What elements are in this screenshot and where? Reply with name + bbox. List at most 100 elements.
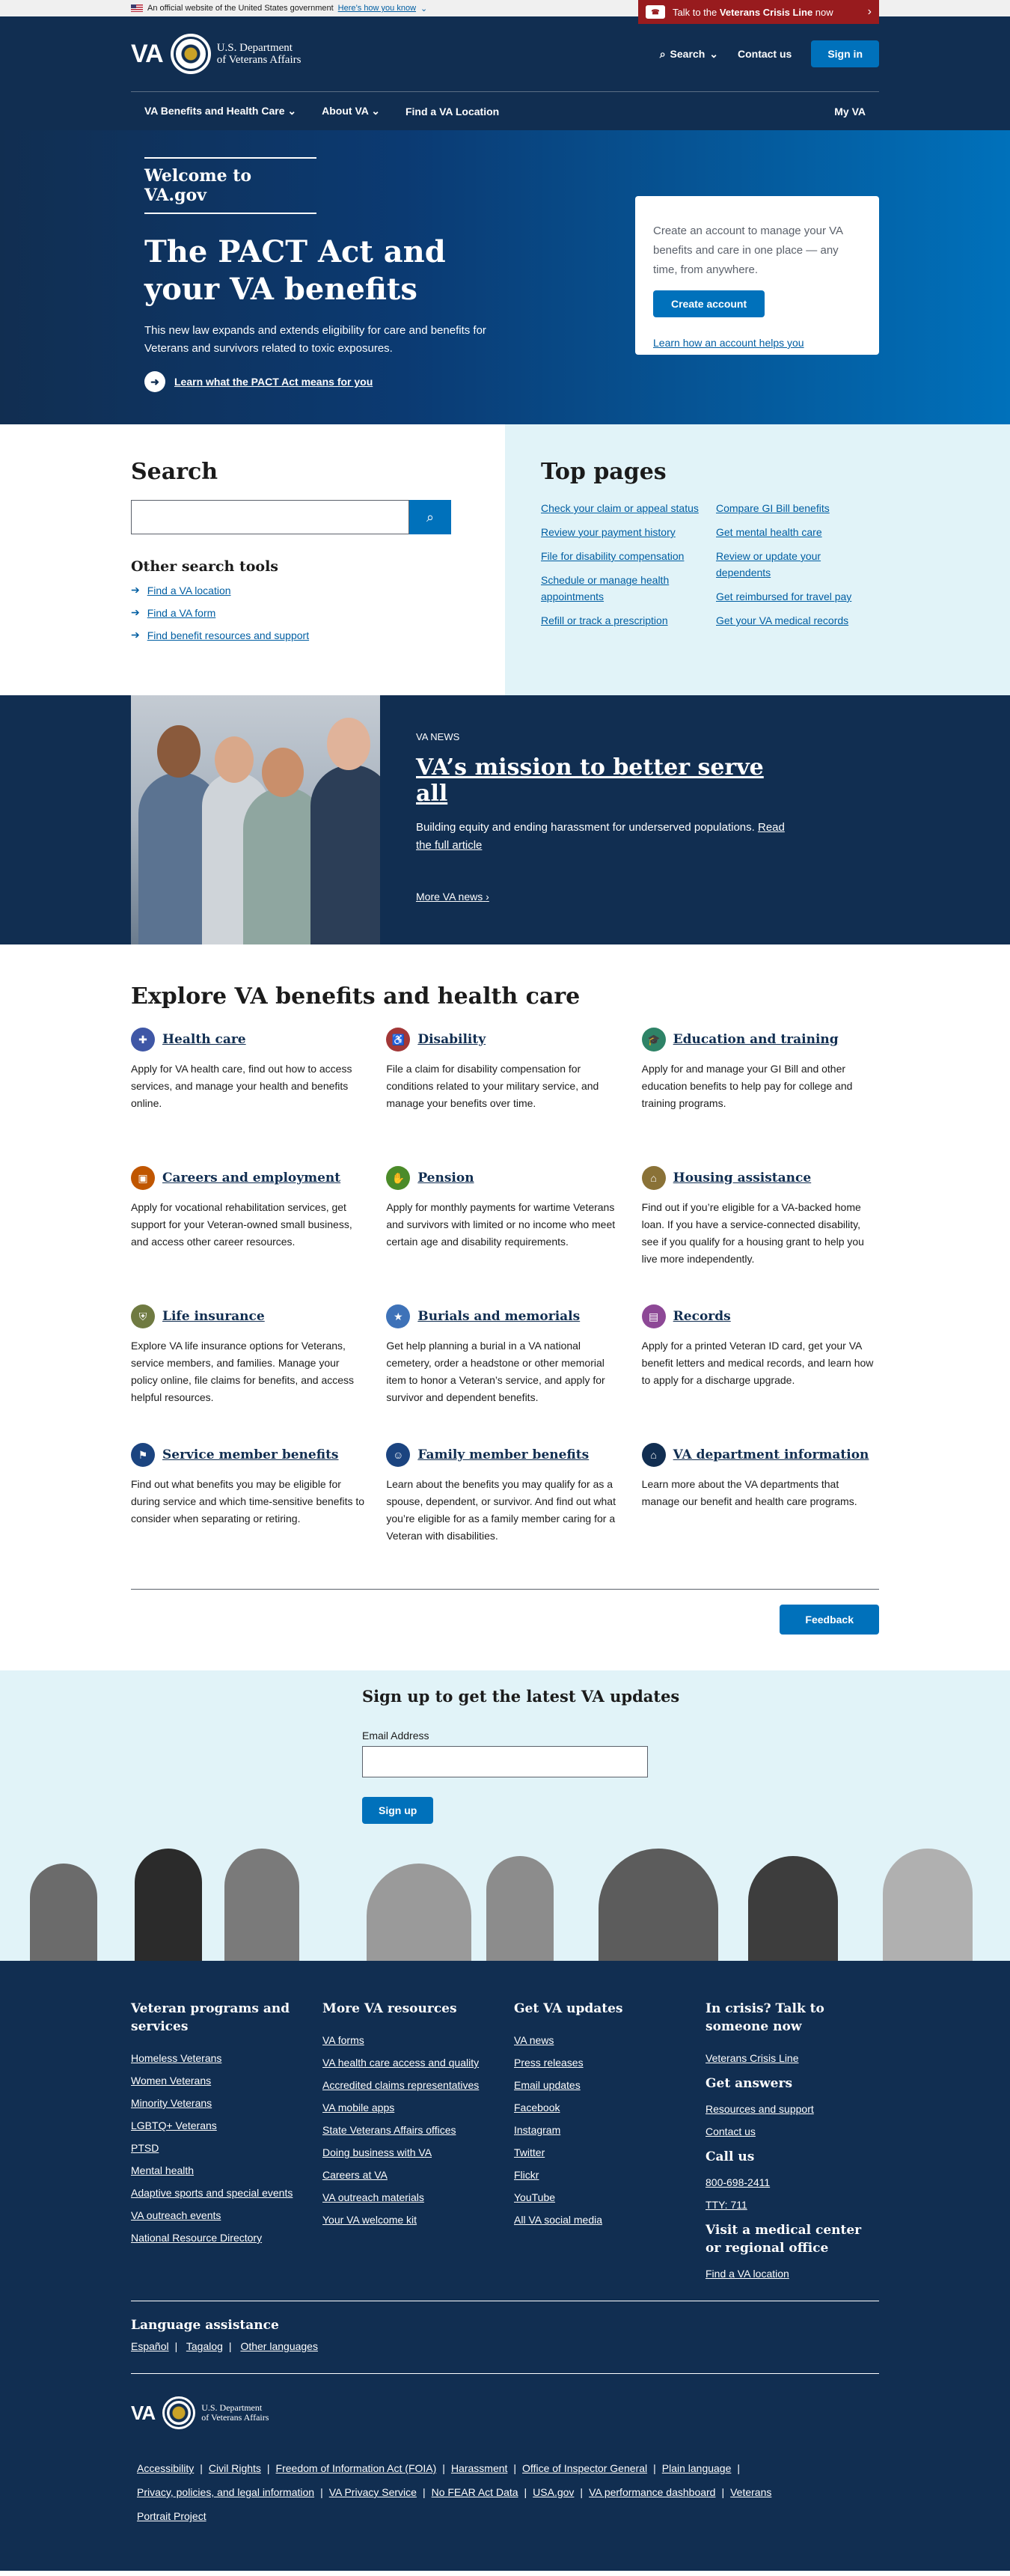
header-search-button[interactable]: ⌕ Search ⌄ [660, 48, 718, 61]
email-field[interactable] [362, 1746, 648, 1777]
legal-link[interactable]: VA performance dashboard [589, 2486, 715, 2498]
search-input[interactable] [131, 500, 409, 534]
va-logo-text: VA [131, 39, 164, 68]
footer-link[interactable]: Facebook [514, 2102, 688, 2113]
account-helps-link[interactable]: Learn how an account helps you [653, 337, 861, 349]
benefit-title-link[interactable]: Pension [417, 1171, 474, 1185]
footer-link[interactable]: National Resource Directory [131, 2232, 304, 2244]
footer-link[interactable]: VA forms [322, 2034, 496, 2046]
benefit-title-link[interactable]: VA department information [673, 1447, 869, 1462]
pact-act-learn-link[interactable]: ➜ Learn what the PACT Act means for you [144, 371, 496, 392]
footer-link[interactable]: Homeless Veterans [131, 2052, 304, 2064]
news-description: Building equity and ending harassment fo… [416, 821, 785, 852]
find-benefit-resources-link[interactable]: Find benefit resources and support [147, 629, 309, 641]
legal-link[interactable]: Harassment [451, 2462, 507, 2474]
footer-link[interactable]: Flickr [514, 2169, 688, 2181]
top-page-link[interactable]: Schedule or manage health appointments [541, 572, 700, 605]
sign-in-button[interactable]: Sign in [811, 40, 879, 67]
footer-va-logo[interactable]: VA U.S. Department of Veterans Affairs [131, 2396, 879, 2429]
top-page-link[interactable]: Review your payment history [541, 524, 700, 540]
legal-link[interactable]: USA.gov [533, 2486, 574, 2498]
footer-crisis-line-link[interactable]: Veterans Crisis Line [706, 2052, 879, 2064]
footer-link[interactable]: Your VA welcome kit [322, 2214, 496, 2226]
phone-link[interactable]: 800-698-2411 [706, 2176, 879, 2188]
footer-link[interactable]: Doing business with VA [322, 2146, 496, 2158]
benefit-title-link[interactable]: Housing assistance [673, 1171, 812, 1185]
footer-link[interactable]: VA outreach events [131, 2209, 304, 2221]
find-va-form-link[interactable]: Find a VA form [147, 607, 216, 619]
footer-link[interactable]: LGBTQ+ Veterans [131, 2119, 304, 2131]
top-page-link[interactable]: Get reimbursed for travel pay [716, 588, 875, 605]
footer-link[interactable]: VA mobile apps [322, 2102, 496, 2113]
news-headline-link[interactable]: VA’s mission to better serve all [416, 754, 799, 807]
footer-link[interactable]: Women Veterans [131, 2075, 304, 2087]
top-page-link[interactable]: Compare GI Bill benefits [716, 500, 875, 516]
sign-up-button[interactable]: Sign up [362, 1797, 434, 1824]
footer-link[interactable]: All VA social media [514, 2214, 688, 2226]
tty-link[interactable]: TTY: 711 [706, 2199, 879, 2211]
lang-espanol-link[interactable]: Español [131, 2340, 169, 2352]
benefit-title-link[interactable]: Disability [417, 1032, 486, 1047]
benefit-title-link[interactable]: Life insurance [162, 1309, 265, 1324]
benefit-title-link[interactable]: Careers and employment [162, 1171, 340, 1185]
benefit-grid: ✚ Health care Apply for VA health care, fi… [131, 1028, 879, 1581]
footer-link[interactable]: VA health care access and quality [322, 2057, 496, 2069]
footer-link[interactable]: Instagram [514, 2124, 688, 2136]
find-va-location-link[interactable]: Find a VA location [147, 585, 231, 596]
nav-benefits-health-care[interactable]: VA Benefits and Health Care ⌄ [144, 105, 296, 117]
top-page-link[interactable]: Check your claim or appeal status [541, 500, 700, 516]
footer-link[interactable]: Adaptive sports and special events [131, 2187, 304, 2199]
legal-link[interactable]: Accessibility [137, 2462, 194, 2474]
benefit-title-link[interactable]: Service member benefits [162, 1447, 339, 1462]
footer-link[interactable]: VA news [514, 2034, 688, 2046]
footer-link[interactable]: Accredited claims representatives [322, 2079, 496, 2091]
feedback-button[interactable]: Feedback [780, 1605, 879, 1635]
nav-find-va-location[interactable]: Find a VA Location [405, 106, 499, 117]
footer-link[interactable]: State Veterans Affairs offices [322, 2124, 496, 2136]
create-account-button[interactable]: Create account [653, 290, 765, 317]
top-page-link[interactable]: Get mental health care [716, 524, 875, 540]
legal-link[interactable]: No FEAR Act Data [432, 2486, 518, 2498]
footer-link[interactable]: Email updates [514, 2079, 688, 2091]
va-home-logo[interactable]: VA U.S. Department of Veterans Affairs [131, 34, 301, 74]
benefit-title-link[interactable]: Health care [162, 1032, 246, 1047]
footer-link[interactable]: Resources and support [706, 2103, 879, 2115]
legal-link[interactable]: Privacy, policies, and legal information [137, 2486, 314, 2498]
legal-link[interactable]: Office of Inspector General [522, 2462, 647, 2474]
footer-link[interactable]: Minority Veterans [131, 2097, 304, 2109]
benefit-title-link[interactable]: Education and training [673, 1032, 839, 1047]
nav-my-va[interactable]: My VA [834, 106, 866, 117]
contact-us-link[interactable]: Contact us [738, 48, 792, 60]
legal-link[interactable]: VA Privacy Service [329, 2486, 417, 2498]
legal-link[interactable]: Freedom of Information Act (FOIA) [276, 2462, 437, 2474]
legal-link[interactable]: Civil Rights [209, 2462, 261, 2474]
more-va-news-link[interactable]: More VA news › [416, 891, 489, 903]
top-page-link[interactable]: Refill or track a prescription [541, 612, 700, 629]
top-page-link[interactable]: Review or update your dependents [716, 548, 875, 581]
search-submit-button[interactable]: ⌕ [409, 500, 451, 534]
footer-link[interactable]: PTSD [131, 2142, 304, 2154]
nav-about-va[interactable]: About VA ⌄ [322, 105, 380, 117]
lang-tagalog-link[interactable]: Tagalog [186, 2340, 223, 2352]
footer-link[interactable]: YouTube [514, 2191, 688, 2203]
list-item: ➔ Find a VA location [131, 584, 505, 596]
footer-link[interactable]: Careers at VA [322, 2169, 496, 2181]
top-page-link[interactable]: Get your VA medical records [716, 612, 875, 629]
footer-link[interactable]: VA outreach materials [322, 2191, 496, 2203]
benefit-title-link[interactable]: Family member benefits [417, 1447, 589, 1462]
benefit-description: File a claim for disability compensation… [386, 1063, 599, 1109]
footer-link[interactable]: Contact us [706, 2125, 879, 2137]
legal-link[interactable]: Plain language [662, 2462, 732, 2474]
legal-links: Accessibility | Civil Rights | Freedom of In… [131, 2456, 804, 2528]
benefit-title-link[interactable]: Burials and memorials [417, 1309, 580, 1324]
other-search-tools-heading: Other search tools [131, 558, 278, 575]
footer-link[interactable]: Press releases [514, 2057, 688, 2069]
benefit-title-link[interactable]: Records [673, 1309, 731, 1324]
lang-other-link[interactable]: Other languages [240, 2340, 318, 2352]
find-va-location-footer-link[interactable]: Find a VA location [706, 2268, 879, 2280]
heres-how-you-know-link[interactable]: Here’s how you know [338, 4, 416, 13]
separator: | [737, 2462, 741, 2474]
top-page-link[interactable]: File for disability compensation [541, 548, 700, 564]
footer-link[interactable]: Twitter [514, 2146, 688, 2158]
footer-link[interactable]: Mental health [131, 2164, 304, 2176]
